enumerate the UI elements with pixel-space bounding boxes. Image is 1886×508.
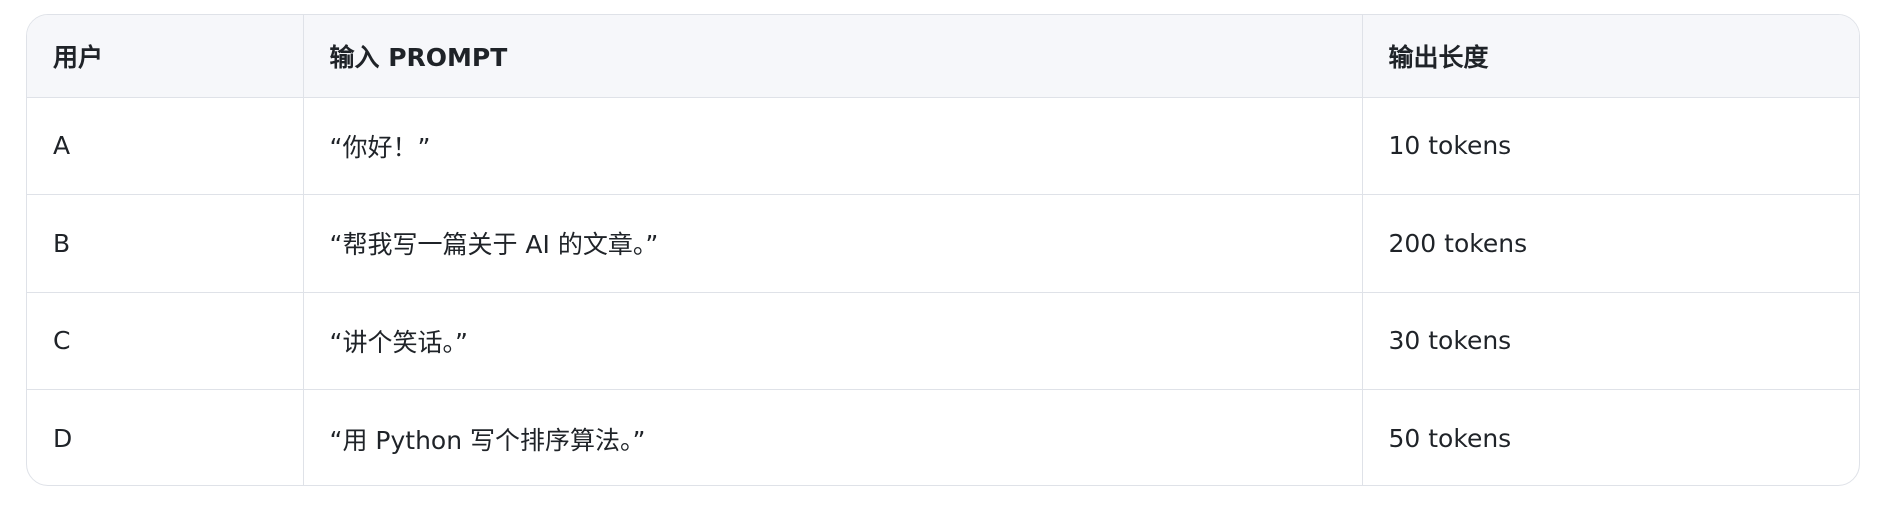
cell-prompt: “你好！”: [302, 97, 1362, 195]
cell-output-length: 30 tokens: [1361, 291, 1859, 390]
table-row: A “你好！” 10 tokens: [27, 97, 1859, 195]
data-table-container: 用户 输入 PROMPT 输出长度 A “你好！” 10 tokens B “帮…: [26, 14, 1860, 486]
cell-output-length: 50 tokens: [1361, 389, 1859, 485]
cell-user: C: [27, 291, 303, 390]
cell-output-length: 10 tokens: [1361, 97, 1859, 195]
table-row: C “讲个笑话。” 30 tokens: [27, 291, 1859, 390]
column-header-prompt: 输入 PROMPT: [302, 15, 1362, 98]
table-header: 用户 输入 PROMPT 输出长度: [27, 15, 1859, 98]
cell-user: B: [27, 194, 303, 292]
data-table: 用户 输入 PROMPT 输出长度 A “你好！” 10 tokens B “帮…: [27, 15, 1859, 485]
header-row: 用户 输入 PROMPT 输出长度: [27, 15, 1859, 98]
cell-prompt: “用 Python 写个排序算法。”: [302, 389, 1362, 485]
column-header-user: 用户: [27, 15, 303, 98]
cell-user: D: [27, 389, 303, 485]
table-row: D “用 Python 写个排序算法。” 50 tokens: [27, 389, 1859, 485]
column-header-output-length: 输出长度: [1361, 15, 1859, 98]
table-row: B “帮我写一篇关于 AI 的文章。” 200 tokens: [27, 194, 1859, 292]
cell-output-length: 200 tokens: [1361, 194, 1859, 292]
cell-prompt: “帮我写一篇关于 AI 的文章。”: [302, 194, 1362, 292]
table-body: A “你好！” 10 tokens B “帮我写一篇关于 AI 的文章。” 20…: [27, 97, 1859, 485]
cell-prompt: “讲个笑话。”: [302, 291, 1362, 390]
cell-user: A: [53, 131, 71, 161]
